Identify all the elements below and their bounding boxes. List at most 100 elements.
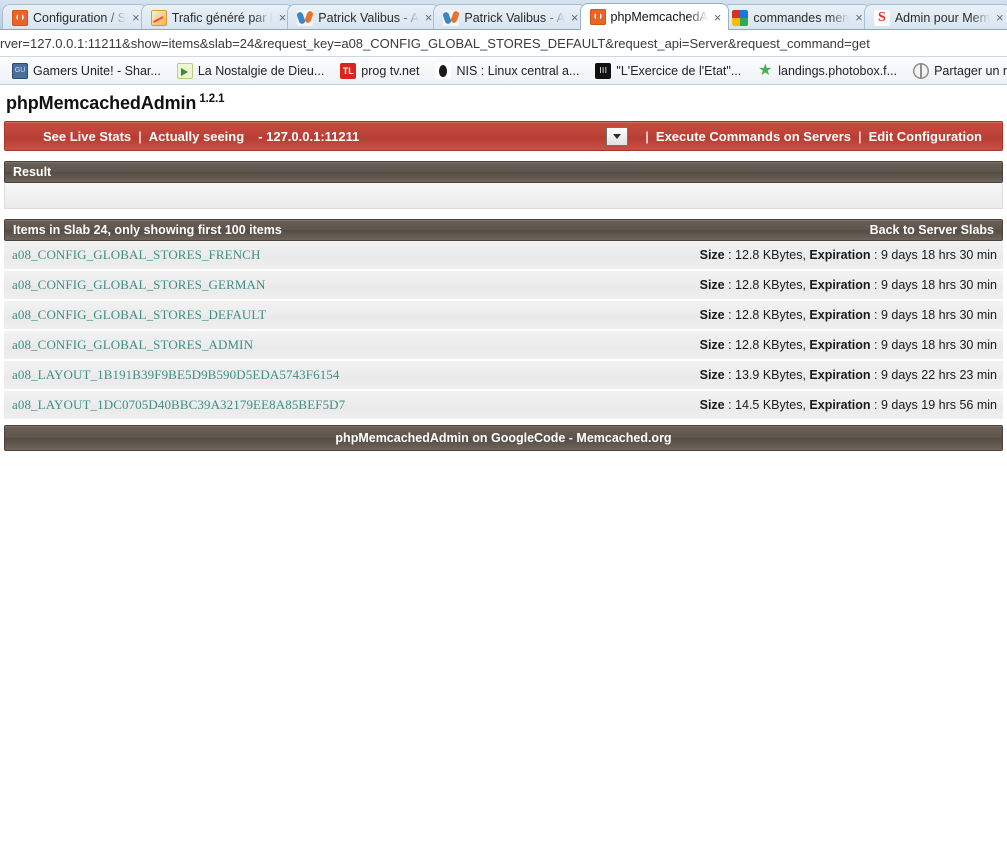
item-key-link[interactable]: a08_CONFIG_GLOBAL_STORES_FRENCH — [12, 247, 260, 263]
linux-penguin-icon — [435, 62, 452, 79]
size-value: 13.9 KBytes — [735, 368, 803, 382]
expiration-label: Expiration — [809, 248, 871, 262]
result-title: Result — [13, 165, 52, 179]
bookmark-label: La Nostalgie de Dieu... — [197, 63, 325, 78]
size-value: 12.8 KBytes — [735, 278, 803, 292]
analytics-chart-icon — [150, 9, 167, 26]
close-icon[interactable]: × — [713, 11, 723, 24]
browser-tab-0[interactable]: Configuration / S × — [2, 4, 148, 30]
bookmark-photobox[interactable]: landings.photobox.f... — [749, 61, 905, 81]
size-label: Size — [699, 278, 725, 292]
items-table: a08_CONFIG_GLOBAL_STORES_FRENCH Size : 1… — [4, 241, 1003, 421]
close-icon[interactable]: × — [278, 11, 288, 24]
close-icon[interactable]: × — [570, 11, 580, 24]
bookmark-label: NIS : Linux central a... — [456, 63, 580, 78]
browser-tab-3[interactable]: Patrick Valibus - A × — [433, 4, 587, 30]
item-key-link[interactable]: a08_CONFIG_GLOBAL_STORES_ADMIN — [12, 337, 253, 353]
bookmark-exercice-etat[interactable]: "L'Exercice de l'Etat"... — [587, 61, 749, 81]
current-server-label: - 127.0.0.1:11211 — [258, 128, 360, 144]
bookmark-label: Partager un répertoi... — [934, 63, 1007, 78]
expiration-label: Expiration — [809, 308, 871, 322]
photobox-star-icon — [757, 63, 773, 79]
size-value: 12.8 KBytes — [735, 248, 803, 262]
table-row: a08_CONFIG_GLOBAL_STORES_FRENCH Size : 1… — [4, 241, 1003, 271]
item-meta: Size : 12.8 KBytes, Expiration : 9 days … — [699, 338, 997, 352]
joomla-icon — [297, 9, 314, 26]
back-to-server-slabs-link[interactable]: Back to Server Slabs — [870, 223, 994, 237]
item-meta: Size : 13.9 KBytes, Expiration : 9 days … — [699, 368, 997, 382]
browser-tab-6[interactable]: Admin pour Mem × — [863, 4, 1007, 30]
table-row: a08_LAYOUT_1DC0705D40BBC39A32179EE8A85BE… — [4, 391, 1003, 421]
expiration-value: 9 days 22 hrs 23 min — [880, 368, 997, 382]
size-value: 14.5 KBytes — [735, 398, 803, 412]
table-row: a08_CONFIG_GLOBAL_STORES_DEFAULT Size : … — [4, 301, 1003, 331]
execute-commands-link[interactable]: Execute Commands on Servers — [656, 129, 851, 144]
admin-icon — [873, 9, 890, 26]
item-key-link[interactable]: a08_CONFIG_GLOBAL_STORES_GERMAN — [12, 277, 265, 293]
table-row: a08_LAYOUT_1B191B39F9BE5D9B590D5EDA5743F… — [4, 361, 1003, 391]
bookmark-nis-linux[interactable]: NIS : Linux central a... — [427, 61, 587, 81]
exercice-etat-icon — [595, 62, 612, 79]
browser-tab-4-active[interactable]: phpMemcachedA × — [579, 3, 730, 30]
expiration-value: 9 days 19 hrs 56 min — [880, 398, 997, 412]
tab-title: Trafic généré par l — [171, 10, 273, 25]
close-icon[interactable]: × — [131, 11, 141, 24]
size-value: 12.8 KBytes — [735, 338, 803, 352]
url-text: rver=127.0.0.1:11211&show=items&slab=24&… — [0, 35, 870, 51]
google-icon — [732, 9, 749, 26]
browser-chrome: Configuration / S × Trafic généré par l … — [0, 0, 1007, 85]
bookmark-progtv[interactable]: prog tv.net — [332, 61, 427, 81]
magento-icon — [12, 9, 28, 26]
progtv-icon — [340, 62, 357, 79]
result-section-header: Result — [4, 161, 1003, 183]
items-section-header: Items in Slab 24, only showing first 100… — [4, 219, 1003, 241]
tab-title: Patrick Valibus - A — [464, 10, 565, 25]
bookmark-label: Gamers Unite! - Shar... — [33, 63, 161, 78]
expiration-value: 9 days 18 hrs 30 min — [880, 338, 997, 352]
app-name: phpMemcachedAdmin — [6, 93, 197, 113]
item-meta: Size : 14.5 KBytes, Expiration : 9 days … — [699, 398, 997, 412]
expiration-label: Expiration — [809, 368, 871, 382]
menu-separator: | — [138, 128, 142, 144]
size-label: Size — [699, 248, 725, 262]
gamers-unite-icon — [12, 62, 28, 79]
item-key-link[interactable]: a08_LAYOUT_1B191B39F9BE5D9B590D5EDA5743F… — [12, 367, 340, 383]
item-key-link[interactable]: a08_CONFIG_GLOBAL_STORES_DEFAULT — [12, 307, 266, 323]
size-label: Size — [699, 308, 725, 322]
menu-right-group: | Execute Commands on Servers | Edit Con… — [638, 129, 1002, 144]
close-icon[interactable]: × — [424, 11, 434, 24]
size-label: Size — [699, 398, 725, 412]
menu-separator: | — [857, 128, 862, 144]
browser-tab-2[interactable]: Patrick Valibus - A × — [287, 4, 441, 30]
expiration-value: 9 days 18 hrs 30 min — [880, 248, 997, 262]
bookmark-gamers-unite[interactable]: Gamers Unite! - Shar... — [4, 61, 169, 81]
bookmark-nostalgie[interactable]: La Nostalgie de Dieu... — [169, 61, 332, 81]
tab-title: commandes men — [753, 10, 850, 25]
see-live-stats-link[interactable]: See Live Stats — [43, 129, 131, 144]
browser-tab-5[interactable]: commandes men × — [722, 4, 871, 30]
size-label: Size — [699, 368, 725, 382]
menu-separator: | — [645, 128, 649, 144]
bookmark-label: prog tv.net — [361, 63, 420, 78]
bookmarks-bar: Gamers Unite! - Shar... La Nostalgie de … — [0, 57, 1007, 85]
bookmark-label: "L'Exercice de l'Etat"... — [616, 63, 742, 78]
tab-title: phpMemcachedA — [610, 10, 708, 24]
actually-seeing-link[interactable]: Actually seeing — [149, 129, 244, 144]
page-footer: phpMemcachedAdmin on GoogleCode - Memcac… — [4, 425, 1003, 451]
tab-title: Admin pour Mem — [894, 10, 991, 25]
browser-tab-1[interactable]: Trafic généré par l × — [140, 4, 295, 30]
joomla-icon — [443, 9, 460, 26]
expiration-label: Expiration — [809, 278, 871, 292]
expiration-value: 9 days 18 hrs 30 min — [880, 278, 997, 292]
table-row: a08_CONFIG_GLOBAL_STORES_ADMIN Size : 12… — [4, 331, 1003, 361]
bookmark-partager-repertoire[interactable]: Partager un répertoi... — [905, 61, 1007, 81]
server-select-dropdown[interactable] — [606, 126, 629, 146]
footer-link[interactable]: phpMemcachedAdmin on GoogleCode - Memcac… — [335, 431, 671, 445]
close-icon[interactable]: × — [854, 11, 864, 24]
edit-configuration-link[interactable]: Edit Configuration — [869, 129, 982, 144]
close-icon[interactable]: × — [995, 11, 1005, 24]
items-section-title: Items in Slab 24, only showing first 100… — [13, 223, 282, 237]
address-bar[interactable]: rver=127.0.0.1:11211&show=items&slab=24&… — [0, 30, 1007, 57]
item-key-link[interactable]: a08_LAYOUT_1DC0705D40BBC39A32179EE8A85BE… — [12, 397, 345, 413]
nostalgie-icon — [176, 62, 193, 79]
